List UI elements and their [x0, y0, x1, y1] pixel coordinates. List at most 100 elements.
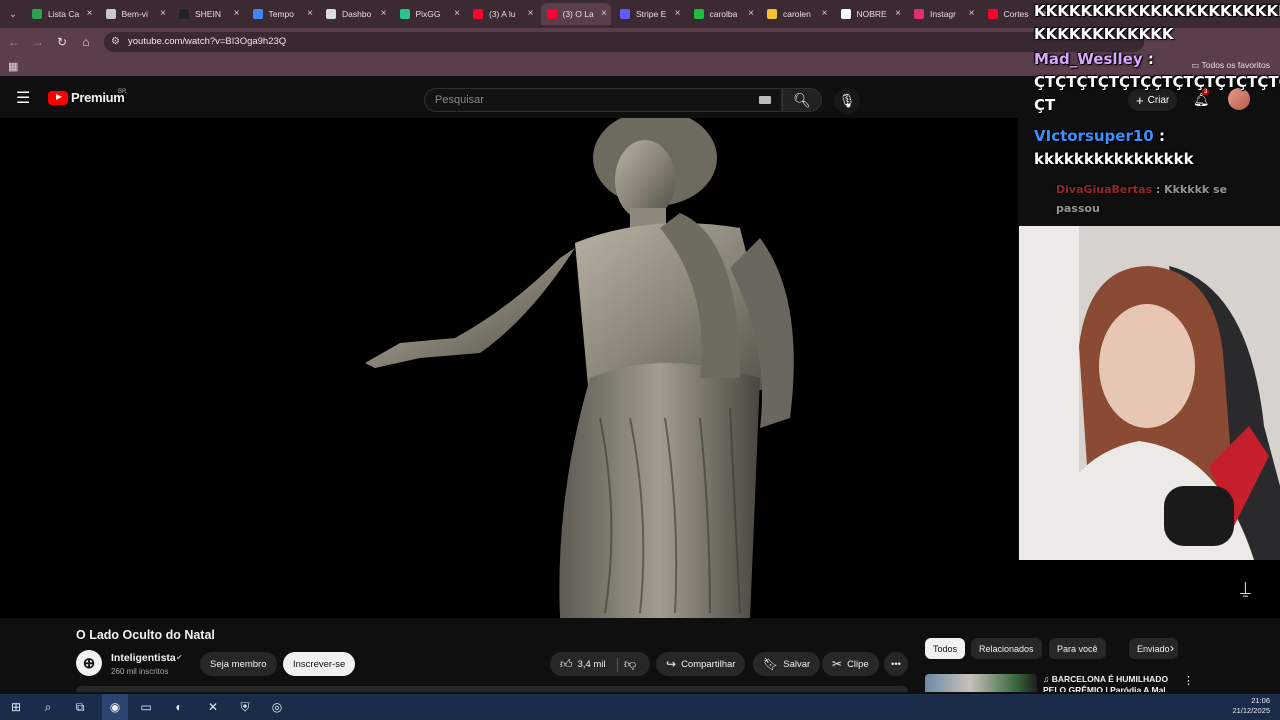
clip-button[interactable]: ✂ Clipe: [822, 652, 879, 676]
thumbs-up-icon[interactable]: 👍︎: [560, 657, 573, 672]
task-view-icon[interactable]: ⧉: [70, 698, 90, 716]
browser-tab[interactable]: Lista Ca ×: [26, 3, 97, 25]
thumbs-down-icon[interactable]: 👎︎: [624, 657, 636, 672]
browser-tab[interactable]: carolba ×: [688, 3, 759, 25]
omnibox[interactable]: ⚙ youtube.com/watch?v=BI3Oga9h23Q: [104, 32, 1144, 52]
tab-favicon-icon: [326, 9, 336, 19]
streamer-webcam: [1019, 226, 1280, 560]
chat-message: KKKKKKKKKKKKKKKKKKKKKKK KKKKKKKKKKKK: [1034, 0, 1280, 46]
more-horizontal-icon: •••: [891, 658, 901, 670]
tab-label: carolen: [783, 9, 811, 19]
windows-taskbar: ⊞ ⌕ ⧉ ◉ ▭ ◐ ✕ ⛨ ◎ 21:06 21/12/2025: [0, 694, 1280, 720]
tab-favicon-icon: [473, 9, 483, 19]
browser-tab[interactable]: NOBRE ×: [835, 3, 906, 25]
browser-tab[interactable]: carolen ×: [761, 3, 832, 25]
hamburger-menu-icon[interactable]: ☰: [16, 90, 34, 108]
filter-chip[interactable]: Todos: [925, 638, 966, 659]
recommendation-title[interactable]: ♫ BARCELONA É HUMILHADO PELO GRÊMIO | Pa…: [1043, 674, 1178, 692]
back-icon[interactable]: ←: [6, 34, 22, 50]
file-explorer-icon[interactable]: ▭: [136, 698, 156, 716]
tab-label: NOBRE: [856, 9, 887, 19]
browser-tab[interactable]: (3) O La ×: [540, 3, 611, 25]
like-dislike-group: 👍︎ 3,4 mil 👎︎: [550, 652, 650, 676]
filter-chip[interactable]: Relacionados: [971, 638, 1042, 659]
tab-favicon-icon: [252, 9, 263, 19]
more-vertical-icon[interactable]: ⋮: [1183, 674, 1194, 687]
xbox-icon[interactable]: ✕: [203, 698, 223, 716]
tab-close-icon[interactable]: ×: [160, 8, 166, 19]
recommendation-thumbnail[interactable]: [925, 674, 1037, 692]
tab-favicon-icon: [914, 9, 924, 19]
tab-close-icon[interactable]: ×: [528, 8, 534, 19]
obs-icon[interactable]: ◎: [267, 698, 287, 716]
browser-tab[interactable]: Tempo ×: [247, 3, 318, 25]
tab-close-icon[interactable]: ×: [87, 8, 93, 19]
tab-close-icon[interactable]: ×: [822, 8, 828, 19]
tab-close-icon[interactable]: ×: [675, 8, 681, 19]
share-button[interactable]: ↪ Compartilhar: [656, 652, 746, 676]
keyboard-icon[interactable]: [759, 96, 771, 104]
browser-tab[interactable]: PixGG ×: [394, 3, 465, 25]
browser-tab[interactable]: Dashbo ×: [320, 3, 391, 25]
channel-name[interactable]: Inteligentista: [111, 652, 176, 664]
apps-grid-icon[interactable]: ▦: [8, 60, 18, 73]
search-input[interactable]: Pesquisar: [435, 94, 484, 106]
browser-tab[interactable]: SHEIN ×: [173, 3, 244, 25]
subscriber-count: 260 mil inscritos: [111, 667, 169, 676]
more-actions-button[interactable]: •••: [884, 652, 908, 676]
site-info-icon[interactable]: ⚙: [111, 36, 120, 47]
browser-tab[interactable]: (3) A lu ×: [467, 3, 538, 25]
filter-chip[interactable]: Para você: [1049, 638, 1106, 659]
chat-separator: :: [1153, 127, 1165, 145]
video-frame-statue: [365, 118, 794, 618]
tab-close-icon[interactable]: ×: [969, 8, 975, 19]
forward-icon[interactable]: →: [30, 34, 46, 50]
taskbar-search-icon[interactable]: ⌕: [38, 698, 58, 716]
system-clock[interactable]: 21:06 21/12/2025: [1232, 696, 1270, 716]
chevron-right-icon[interactable]: ›: [1170, 641, 1174, 655]
tab-label: PixGG: [415, 9, 441, 19]
home-icon[interactable]: ⌂: [78, 34, 94, 50]
tab-favicon-icon: [767, 9, 777, 19]
logo-text: Premium: [71, 90, 125, 105]
channel-watermark-icon[interactable]: ⍊: [1240, 578, 1251, 599]
tab-search-icon[interactable]: ⌄: [4, 5, 22, 23]
description-box[interactable]: [76, 686, 908, 692]
video-player[interactable]: [0, 118, 1018, 618]
reload-icon[interactable]: ↻: [54, 34, 70, 50]
save-button[interactable]: 🔖︎ Salvar: [753, 652, 821, 676]
search-button[interactable]: 🔍︎: [782, 88, 822, 112]
windows-start-icon[interactable]: ⊞: [6, 698, 26, 716]
share-label: Compartilhar: [681, 658, 736, 670]
voice-search-button[interactable]: 🎙︎: [834, 88, 860, 114]
verified-badge-icon: ✔: [176, 653, 183, 662]
tab-close-icon[interactable]: ×: [234, 8, 240, 19]
search-box[interactable]: Pesquisar: [424, 88, 782, 112]
subscribe-button[interactable]: Inscrever-se: [283, 652, 356, 676]
channel-avatar[interactable]: ⊕: [76, 650, 102, 676]
chat-username: VIctorsuper10: [1034, 127, 1154, 145]
discord-icon[interactable]: ◐: [169, 698, 189, 716]
tab-close-icon[interactable]: ×: [307, 8, 313, 19]
tab-close-icon[interactable]: ×: [601, 8, 607, 19]
youtube-logo[interactable]: Premium: [48, 90, 125, 105]
join-button[interactable]: Seja membro: [200, 652, 277, 676]
scissors-icon: ✂: [832, 657, 843, 671]
join-label: Seja membro: [210, 658, 267, 670]
like-count[interactable]: 3,4 mil: [578, 659, 606, 670]
tab-favicon-icon: [546, 9, 557, 19]
browser-tab[interactable]: Bem-vi ×: [100, 3, 171, 25]
tab-close-icon[interactable]: ×: [895, 8, 901, 19]
tab-label: Tempo: [268, 9, 295, 19]
defender-icon[interactable]: ⛨: [235, 698, 255, 716]
tab-close-icon[interactable]: ×: [454, 8, 460, 19]
url-text[interactable]: youtube.com/watch?v=BI3Oga9h23Q: [128, 36, 286, 47]
tab-label: carolba: [709, 9, 738, 19]
chat-separator: :: [1142, 50, 1154, 68]
tab-close-icon[interactable]: ×: [748, 8, 754, 19]
browser-tab[interactable]: Stripe E ×: [614, 3, 685, 25]
browser-tab[interactable]: Instagr ×: [908, 3, 979, 25]
chrome-icon[interactable]: ◉: [105, 698, 125, 716]
chat-message: DivaGiuaBertas : Kkkkkk se passou: [1056, 180, 1256, 218]
tab-close-icon[interactable]: ×: [381, 8, 387, 19]
